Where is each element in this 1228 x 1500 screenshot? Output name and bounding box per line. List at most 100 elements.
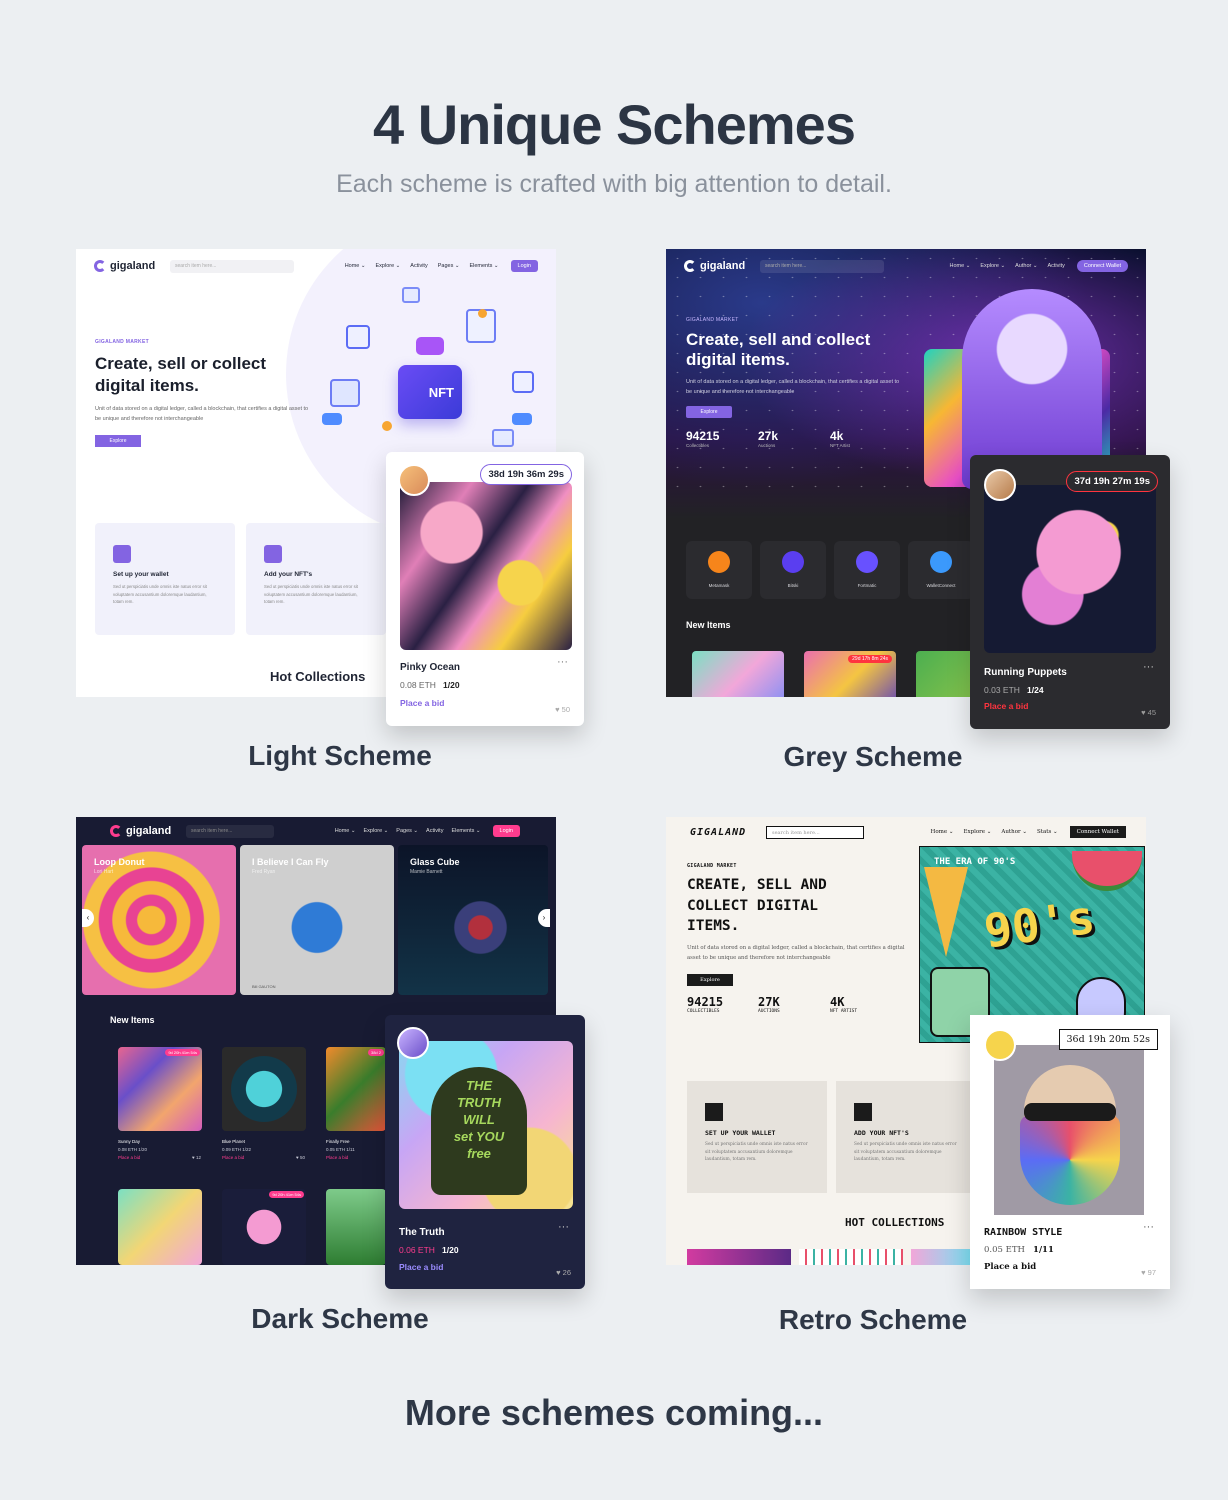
wallet-bitski[interactable]: Bitski [760, 541, 826, 599]
carousel-slide[interactable]: Loop Donut Lori Hart [82, 845, 236, 995]
menu-pages[interactable]: Pages ⌄ [438, 263, 460, 269]
retro-nft-card[interactable]: 36d 19h 20m 52s RAINBOW STYLE 0.05 ETH 1… [970, 1015, 1170, 1289]
feature-wallet-card[interactable]: SET UP YOUR WALLET Sed ut perspiciatis u… [687, 1081, 827, 1193]
more-options-icon[interactable]: ··· [558, 1221, 569, 1233]
avatar[interactable] [984, 469, 1016, 501]
item-title[interactable]: Pinky Ocean [400, 662, 460, 673]
menu-activity[interactable]: Activity [1047, 263, 1064, 269]
menu-activity[interactable]: Activity [410, 263, 427, 269]
brand-logo[interactable]: gigaland [110, 825, 180, 837]
new-item-thumb[interactable] [222, 1047, 306, 1131]
new-item-thumb[interactable] [692, 651, 784, 697]
avatar[interactable] [398, 464, 430, 496]
new-item-thumb[interactable]: 38d 2 [326, 1047, 386, 1131]
search-input[interactable]: search item here... [766, 825, 864, 839]
item-title[interactable]: Blue Planet [222, 1139, 245, 1144]
likes-count[interactable]: ♥ 97 [1141, 1268, 1156, 1277]
nft-artwork[interactable]: THE TRUTH WILL set YOU free [399, 1041, 573, 1209]
connect-wallet-button[interactable]: Connect Wallet [1069, 826, 1126, 838]
explore-button[interactable]: Explore [95, 435, 141, 447]
menu-elements[interactable]: Elements ⌄ [451, 828, 480, 834]
place-bid-link[interactable]: Place a bid [118, 1155, 140, 1160]
pizza-shape [924, 867, 968, 957]
menu-explore[interactable]: Explore ⌄ [364, 828, 389, 834]
search-input[interactable]: search item here... [760, 259, 884, 273]
item-title[interactable]: Sunny Day [118, 1139, 140, 1144]
place-bid-link[interactable]: Place a bid [984, 1262, 1036, 1272]
feature-nft-card[interactable]: Add your NFT's Sed ut perspiciatis unde … [246, 523, 386, 635]
wallet-fortmatic[interactable]: Fortmatic [834, 541, 900, 599]
feature-nft-card[interactable]: ADD YOUR NFT'S Sed ut perspiciatis unde … [836, 1081, 976, 1193]
light-nft-card[interactable]: 38d 19h 36m 29s Pinky Ocean 0.08 ETH 1/2… [386, 452, 584, 726]
menu-home[interactable]: Home ⌄ [345, 263, 366, 269]
likes-count[interactable]: ♥ 12 [192, 1155, 201, 1160]
item-price: 0.06 ETH 1/20 [399, 1245, 459, 1255]
new-item-thumb[interactable] [118, 1189, 202, 1265]
more-options-icon[interactable]: ··· [557, 656, 568, 668]
menu-author[interactable]: Author ⌄ [1001, 829, 1027, 835]
carousel-slide[interactable]: I Believe I Can Fly Fred Ryan Bill GAUTO… [240, 845, 394, 995]
nft-label: NFT [428, 384, 454, 400]
explore-button[interactable]: Explore [686, 406, 732, 418]
menu-activity[interactable]: Activity [426, 828, 443, 834]
brand-name: gigaland [110, 260, 156, 272]
nft-artwork[interactable] [984, 485, 1156, 653]
art-lettering: THE TRUTH WILL set YOU free [453, 1078, 505, 1161]
place-bid-link[interactable]: Place a bid [399, 1262, 443, 1272]
chevron-right-icon[interactable]: › [538, 909, 550, 927]
avatar[interactable] [397, 1027, 429, 1059]
search-input[interactable]: search item here... [186, 824, 274, 838]
avatar[interactable] [984, 1029, 1016, 1061]
new-item-thumb[interactable]: 9d 20h 41m 54s [118, 1047, 202, 1131]
item-title[interactable]: Finally Free [326, 1139, 350, 1144]
retro-navbar: GIGALAND search item here... Home ⌄ Expl… [666, 817, 1146, 847]
menu-pages[interactable]: Pages ⌄ [396, 828, 418, 834]
brand-logo[interactable]: GIGALAND [690, 827, 760, 838]
feature-description: Sed ut perspiciatis unde omnis iste natu… [854, 1142, 957, 1162]
item-title[interactable]: RAINBOW STYLE [984, 1227, 1062, 1238]
menu-elements[interactable]: Elements ⌄ [469, 263, 498, 269]
place-bid-link[interactable]: Place a bid [222, 1155, 244, 1160]
search-input[interactable]: search item here... [170, 259, 294, 273]
likes-count[interactable]: ♥ 50 [555, 705, 570, 714]
nft-artwork[interactable] [400, 482, 572, 650]
menu-home[interactable]: Home ⌄ [950, 263, 971, 269]
menu-author[interactable]: Author ⌄ [1015, 263, 1037, 269]
new-item-thumb[interactable]: 29d 17h 8m 24s [804, 651, 896, 697]
collection-thumb[interactable] [687, 1249, 791, 1265]
likes-count[interactable]: ♥ 26 [556, 1268, 571, 1277]
menu-explore[interactable]: Explore ⌄ [376, 263, 401, 269]
carousel-slide[interactable]: Glass Cube Mamie Barnett [398, 845, 548, 995]
collection-thumb[interactable] [799, 1249, 903, 1265]
collection-thumb[interactable] [911, 1249, 971, 1265]
place-bid-link[interactable]: Place a bid [326, 1155, 348, 1160]
connect-wallet-button[interactable]: Connect Wallet [1076, 260, 1128, 272]
item-title[interactable]: The Truth [399, 1227, 445, 1238]
brand-logo[interactable]: gigaland [684, 260, 754, 272]
menu-home[interactable]: Home ⌄ [335, 828, 356, 834]
likes-count[interactable]: ♥ 50 [296, 1155, 305, 1160]
new-item-thumb[interactable]: 9d 20h 41m 54s [222, 1189, 306, 1265]
item-title[interactable]: Running Puppets [984, 667, 1067, 678]
brand-logo[interactable]: gigaland [94, 260, 164, 272]
new-item-thumb[interactable] [916, 651, 976, 697]
wallet-walletconnect[interactable]: WalletConnect [908, 541, 974, 599]
nft-artwork[interactable] [994, 1045, 1144, 1215]
dark-nft-card[interactable]: THE TRUTH WILL set YOU free The Truth 0.06 … [385, 1015, 585, 1289]
feature-wallet-card[interactable]: Set up your wallet Sed ut perspiciatis u… [95, 523, 235, 635]
login-button[interactable]: Login [492, 825, 520, 837]
grey-nft-card[interactable]: 37d 19h 27m 19s Running Puppets 0.03 ETH… [970, 455, 1170, 729]
likes-count[interactable]: ♥ 45 [1141, 708, 1156, 717]
wallet-metamask[interactable]: Metamask [686, 541, 752, 599]
new-item-thumb[interactable] [326, 1189, 386, 1265]
place-bid-link[interactable]: Place a bid [400, 698, 444, 708]
login-button[interactable]: Login [510, 260, 538, 272]
menu-home[interactable]: Home ⌄ [931, 829, 954, 835]
place-bid-link[interactable]: Place a bid [984, 701, 1028, 711]
menu-explore[interactable]: Explore ⌄ [980, 263, 1005, 269]
menu-explore[interactable]: Explore ⌄ [963, 829, 991, 835]
more-options-icon[interactable]: ··· [1143, 661, 1154, 673]
more-options-icon[interactable]: ··· [1143, 1221, 1154, 1233]
explore-button[interactable]: Explore [687, 974, 733, 986]
menu-stats[interactable]: Stats ⌄ [1037, 829, 1058, 835]
